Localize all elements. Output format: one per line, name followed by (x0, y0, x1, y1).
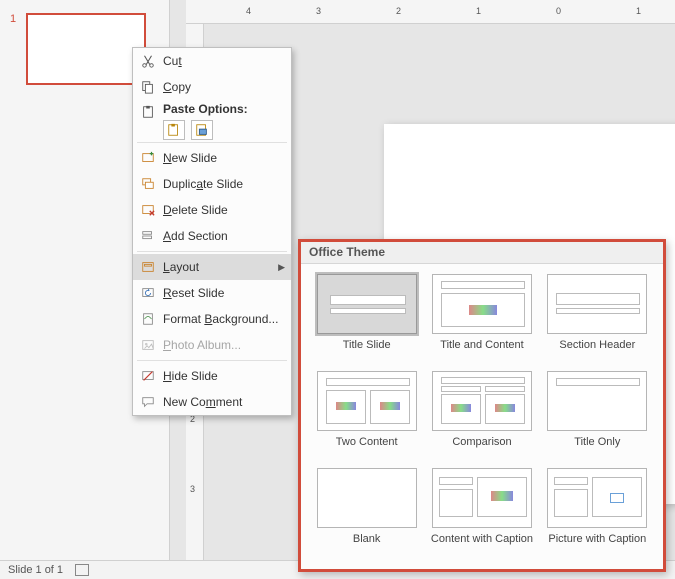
menu-label: Format Background... (159, 312, 285, 326)
new-comment-icon (137, 392, 159, 412)
paste-keep-picture[interactable] (191, 120, 213, 140)
layout-content-with-caption[interactable]: Content with Caption (428, 468, 535, 559)
menu-paste-options: Paste Options: (133, 100, 291, 140)
add-section-icon (137, 226, 159, 246)
layout-title-slide[interactable]: Title Slide (313, 274, 420, 365)
menu-new-comment[interactable]: New Comment (133, 389, 291, 415)
hide-slide-icon (137, 366, 159, 386)
menu-cut[interactable]: Cut (133, 48, 291, 74)
ruler-tick: 0 (556, 6, 561, 16)
menu-separator (137, 142, 287, 143)
layout-section-header[interactable]: Section Header (544, 274, 651, 365)
menu-label: Cut (159, 54, 285, 68)
layout-picture-with-caption[interactable]: Picture with Caption (544, 468, 651, 559)
photo-album-icon (137, 335, 159, 355)
menu-hide-slide[interactable]: Hide Slide (133, 363, 291, 389)
layout-comparison[interactable]: Comparison (428, 371, 535, 462)
layout-label: Picture with Caption (544, 533, 651, 559)
menu-label: New Slide (159, 151, 285, 165)
cut-icon (137, 51, 159, 71)
ruler-tick: 4 (246, 6, 251, 16)
layout-grid: Title Slide Title and Content Section He… (301, 264, 663, 569)
layout-label: Blank (313, 533, 420, 559)
delete-slide-icon (137, 200, 159, 220)
layout-label: Section Header (544, 339, 651, 365)
notes-icon[interactable] (75, 564, 89, 576)
menu-new-slide[interactable]: New Slide (133, 145, 291, 171)
vruler-tick: 3 (190, 484, 195, 494)
menu-delete-slide[interactable]: Delete Slide (133, 197, 291, 223)
layout-label: Two Content (313, 436, 420, 462)
layout-label: Title Slide (313, 339, 420, 365)
layout-flyout: Office Theme Title Slide Title and Conte… (298, 239, 666, 572)
menu-separator (137, 251, 287, 252)
duplicate-slide-icon (137, 174, 159, 194)
chevron-right-icon: ▶ (278, 262, 285, 273)
menu-duplicate-slide[interactable]: Duplicate Slide (133, 171, 291, 197)
paste-icon (137, 102, 159, 122)
ruler-tick: 1 (636, 6, 641, 16)
format-background-icon (137, 309, 159, 329)
layout-thumb (432, 468, 532, 528)
menu-label: Duplicate Slide (159, 177, 285, 191)
layout-title-and-content[interactable]: Title and Content (428, 274, 535, 365)
layout-thumb (547, 274, 647, 334)
menu-label: Hide Slide (159, 369, 285, 383)
menu-label: New Comment (159, 395, 285, 409)
menu-separator (137, 360, 287, 361)
menu-photo-album: Photo Album... (133, 332, 291, 358)
menu-label: Copy (159, 80, 285, 94)
layout-thumb (317, 468, 417, 528)
layout-blank[interactable]: Blank (313, 468, 420, 559)
layout-thumb (432, 274, 532, 334)
menu-label: Delete Slide (159, 203, 285, 217)
layout-label: Content with Caption (428, 533, 535, 559)
workspace: 1 4 3 2 1 0 1 3 2 1 0 1 2 3 Double-ta Sl… (0, 0, 675, 579)
ruler-tick: 2 (396, 6, 401, 16)
layout-thumb (547, 371, 647, 431)
paste-use-destination-theme[interactable] (163, 120, 185, 140)
ruler-tick: 3 (316, 6, 321, 16)
layout-label: Comparison (428, 436, 535, 462)
layout-two-content[interactable]: Two Content (313, 371, 420, 462)
layout-label: Title and Content (428, 339, 535, 365)
menu-copy[interactable]: Copy (133, 74, 291, 100)
layout-thumb (317, 371, 417, 431)
reset-slide-icon (137, 283, 159, 303)
menu-label: Reset Slide (159, 286, 285, 300)
layout-title-only[interactable]: Title Only (544, 371, 651, 462)
slide-thumbnail-1[interactable] (26, 13, 146, 85)
copy-icon (137, 77, 159, 97)
menu-label: Add Section (159, 229, 285, 243)
slide-context-menu: Cut Copy Paste Options: New Slide Duplic… (132, 47, 292, 416)
horizontal-ruler: 4 3 2 1 0 1 (186, 0, 675, 24)
slide-number: 1 (10, 13, 16, 25)
status-slide-count: Slide 1 of 1 (8, 564, 63, 576)
layout-thumb (547, 468, 647, 528)
layout-label: Title Only (544, 436, 651, 462)
layout-icon (137, 257, 159, 277)
layout-thumb (317, 274, 417, 334)
menu-label: Photo Album... (159, 338, 285, 352)
flyout-header: Office Theme (301, 242, 663, 264)
menu-format-background[interactable]: Format Background... (133, 306, 291, 332)
menu-reset-slide[interactable]: Reset Slide (133, 280, 291, 306)
layout-thumb (432, 371, 532, 431)
menu-label: Layout (159, 260, 278, 274)
new-slide-icon (137, 148, 159, 168)
menu-add-section[interactable]: Add Section (133, 223, 291, 249)
menu-layout[interactable]: Layout ▶ (133, 254, 291, 280)
menu-label: Paste Options: (159, 102, 285, 116)
ruler-tick: 1 (476, 6, 481, 16)
